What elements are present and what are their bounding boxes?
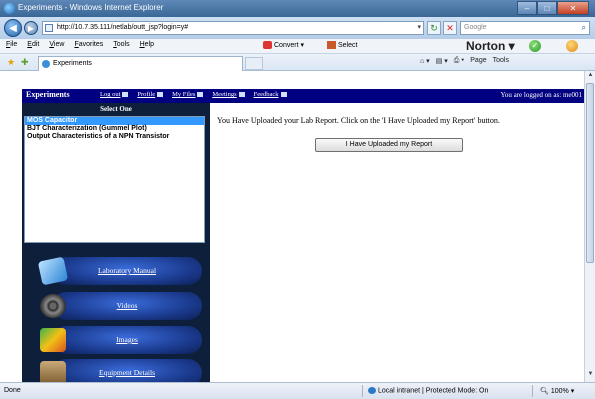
favorites-bar: ★ ✚ Experiments ⌂ ▾ ▤ ▾ ⎙ ▾ Page Tools bbox=[0, 54, 595, 71]
nav-links: Log out Profile My Files Meetings Feedba… bbox=[100, 91, 287, 98]
laboratory-manual-button[interactable]: Laboratory Manual bbox=[52, 257, 202, 285]
favorites-star-icon[interactable]: ★ bbox=[7, 57, 15, 68]
my-files-link[interactable]: My Files bbox=[172, 91, 204, 98]
new-tab-button[interactable] bbox=[245, 57, 263, 70]
meetings-label: Meetings bbox=[212, 91, 237, 98]
list-item[interactable]: MOS Capacitor bbox=[25, 117, 204, 125]
back-button[interactable]: ◀ bbox=[4, 19, 22, 37]
pdf-icon bbox=[263, 41, 272, 50]
feeds-icon[interactable]: ▤ ▾ bbox=[436, 57, 448, 65]
window-title: Experiments - Windows Internet Explorer bbox=[18, 3, 164, 12]
zone-label: Local intranet | Protected Mode: On bbox=[378, 387, 489, 395]
uploaded-report-button[interactable]: I Have Uploaded my Report bbox=[315, 138, 463, 152]
meetings-icon bbox=[238, 92, 245, 98]
brand-title: Experiments bbox=[26, 90, 70, 99]
scroll-thumb[interactable] bbox=[586, 83, 594, 263]
logged-in-status: You are logged on as: me001 bbox=[500, 91, 582, 99]
menu-favorites[interactable]: Favorites bbox=[74, 41, 103, 48]
window-title-bar: Experiments - Windows Internet Explorer … bbox=[0, 0, 595, 17]
feedback-icon bbox=[280, 92, 287, 98]
page-menu[interactable]: Page bbox=[470, 57, 486, 65]
zoom-level[interactable]: 🔍︎ 100% ▾ bbox=[540, 387, 574, 395]
experiment-listbox[interactable]: MOS Capacitor BJT Characterization (Gumm… bbox=[24, 116, 205, 243]
norton-alert-icon[interactable] bbox=[566, 40, 578, 52]
logout-icon bbox=[122, 92, 129, 98]
images-icon bbox=[40, 328, 66, 352]
stop-icon[interactable]: ✕ bbox=[443, 21, 457, 35]
vertical-scrollbar[interactable]: ▲ ▼ bbox=[584, 71, 595, 382]
security-zone[interactable]: Local intranet | Protected Mode: On bbox=[368, 387, 488, 394]
zoom-label: 100% bbox=[550, 388, 569, 395]
status-bar: Done Local intranet | Protected Mode: On… bbox=[0, 382, 595, 399]
select-button[interactable]: Select bbox=[327, 41, 357, 49]
videos-button[interactable]: Videos bbox=[52, 292, 202, 320]
list-item[interactable]: Output Characteristics of a NPN Transist… bbox=[25, 133, 204, 141]
top-nav: Experiments Log out Profile My Files Mee… bbox=[22, 89, 584, 103]
search-icon[interactable]: ⌕ bbox=[582, 22, 586, 34]
files-icon bbox=[197, 92, 204, 98]
select-label: Select bbox=[338, 41, 358, 49]
status-divider bbox=[362, 385, 363, 397]
equipment-icon bbox=[40, 361, 66, 382]
profile-label: Profile bbox=[137, 91, 156, 98]
refresh-icon[interactable]: ↻ bbox=[427, 21, 441, 35]
tab-experiments[interactable]: Experiments bbox=[38, 56, 243, 71]
equipment-details-button[interactable]: Equipment Details bbox=[52, 359, 202, 382]
feedback-link[interactable]: Feedback bbox=[254, 91, 287, 98]
ie-icon bbox=[4, 3, 15, 14]
profile-link[interactable]: Profile bbox=[137, 91, 164, 98]
address-input[interactable]: http://10.7.35.111/netlab/outt_jsp?login… bbox=[42, 21, 424, 35]
menu-view[interactable]: View bbox=[49, 41, 64, 48]
norton-check-icon[interactable]: ✓ bbox=[529, 40, 541, 52]
chevron-down-icon[interactable]: ▾ bbox=[417, 22, 421, 34]
select-icon bbox=[327, 41, 336, 49]
scroll-down-icon[interactable]: ▼ bbox=[586, 371, 595, 381]
tools-menu[interactable]: Tools bbox=[493, 57, 509, 65]
maximize-button[interactable]: □ bbox=[537, 1, 557, 15]
search-input[interactable]: Google ⌕ bbox=[460, 21, 590, 35]
images-button[interactable]: Images bbox=[52, 326, 202, 354]
feedback-label: Feedback bbox=[253, 91, 279, 98]
minimize-button[interactable]: – bbox=[517, 1, 537, 15]
logout-link[interactable]: Log out bbox=[100, 91, 129, 98]
window-controls: – □ ✕ bbox=[517, 1, 589, 15]
status-text: Done bbox=[4, 387, 21, 394]
menu-file[interactable]: File bbox=[6, 41, 17, 48]
page-icon bbox=[45, 24, 53, 32]
print-icon[interactable]: ⎙ ▾ bbox=[454, 57, 465, 65]
menu-bar: File Edit View Favorites Tools Help Conv… bbox=[0, 39, 595, 54]
page-content: Experiments Log out Profile My Files Mee… bbox=[0, 71, 584, 382]
menu-tools[interactable]: Tools bbox=[113, 41, 129, 48]
status-divider bbox=[532, 385, 533, 397]
upload-message: You Have Uploaded your Lab Report. Click… bbox=[217, 116, 500, 125]
home-icon[interactable]: ⌂ ▾ bbox=[420, 57, 430, 65]
list-item[interactable]: BJT Characterization (Gummel Plot) bbox=[25, 125, 204, 133]
profile-icon bbox=[157, 92, 164, 98]
add-favorites-icon[interactable]: ✚ bbox=[21, 57, 29, 68]
url-text: http://10.7.35.111/netlab/outt_jsp?login… bbox=[57, 24, 189, 31]
tab-title: Experiments bbox=[53, 60, 92, 67]
logout-label: Log out bbox=[100, 91, 121, 98]
menu-items: File Edit View Favorites Tools Help bbox=[6, 41, 154, 48]
menu-help[interactable]: Help bbox=[140, 41, 154, 48]
search-placeholder: Google bbox=[464, 24, 487, 31]
left-panel: Select One MOS Capacitor BJT Characteriz… bbox=[22, 103, 210, 382]
close-button[interactable]: ✕ bbox=[557, 1, 589, 15]
select-one-heading: Select One bbox=[100, 105, 132, 113]
menu-edit[interactable]: Edit bbox=[27, 41, 39, 48]
convert-label: Convert bbox=[274, 42, 299, 49]
tab-page-icon bbox=[42, 60, 50, 68]
command-bar: ⌂ ▾ ▤ ▾ ⎙ ▾ Page Tools bbox=[420, 57, 509, 65]
scroll-up-icon[interactable]: ▲ bbox=[586, 72, 595, 82]
intranet-icon bbox=[368, 387, 376, 394]
meetings-link[interactable]: Meetings bbox=[212, 91, 245, 98]
norton-label: Norton bbox=[466, 39, 506, 53]
convert-button[interactable]: Convert ▾ bbox=[263, 41, 304, 50]
address-toolbar: ◀ ▶ http://10.7.35.111/netlab/outt_jsp?l… bbox=[0, 17, 595, 39]
my-files-label: My Files bbox=[172, 91, 196, 98]
film-reel-icon bbox=[40, 294, 66, 318]
norton-logo[interactable]: Norton ▾ bbox=[466, 39, 515, 53]
forward-button[interactable]: ▶ bbox=[24, 21, 38, 35]
